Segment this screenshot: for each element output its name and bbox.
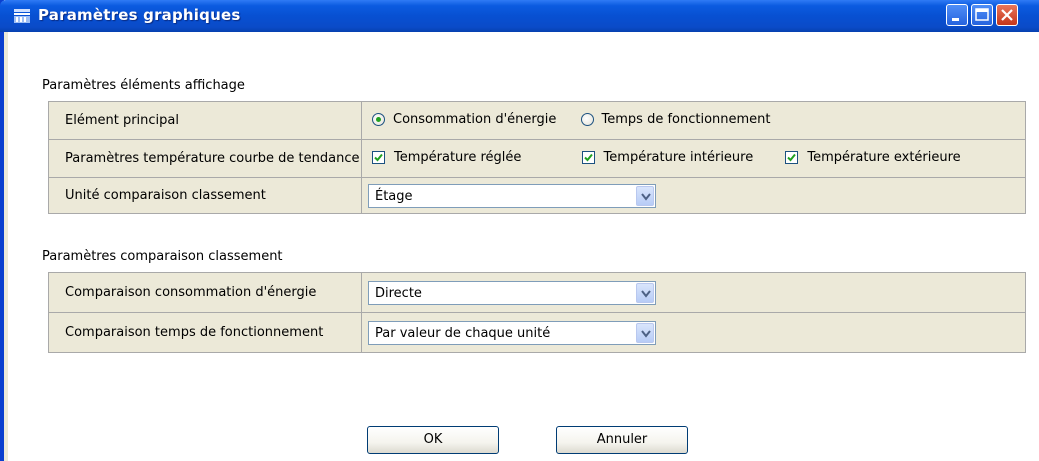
check-icon — [787, 153, 797, 161]
radio-energy-consumption[interactable]: Consommation d'énergie — [372, 112, 556, 127]
checkbox-set-temperature[interactable]: Température réglée — [372, 150, 521, 165]
close-button[interactable] — [996, 4, 1018, 26]
minimize-button[interactable] — [946, 4, 968, 26]
checkbox[interactable] — [785, 150, 799, 164]
chevron-down-icon — [641, 289, 651, 298]
checkbox-outdoor-temperature[interactable]: Température extérieure — [785, 149, 961, 165]
ranking-unit-select[interactable]: Étage — [368, 183, 656, 208]
check-icon — [374, 153, 383, 161]
ranking-settings-table: Comparaison consommation d'énergie Direc… — [48, 272, 1026, 353]
select-value: Par valeur de chaque unité — [375, 325, 551, 341]
select-value: Étage — [375, 188, 413, 204]
radio-label: Temps de fonctionnement — [601, 111, 771, 127]
dialog-body: Paramètres éléments affichage Elément pr… — [8, 32, 1039, 461]
check-icon — [583, 153, 593, 161]
operating-time-comparison-row: Comparaison temps de fonctionnement Par … — [48, 312, 1026, 353]
ranking-unit-label: Unité comparaison classement — [48, 177, 362, 214]
main-element-options: Consommation d'énergie Temps de fonction… — [361, 101, 1026, 140]
close-icon — [1001, 9, 1013, 21]
operating-time-comparison-select[interactable]: Par valeur de chaque unité — [368, 320, 656, 345]
checkbox[interactable] — [372, 150, 385, 164]
settings-dialog: Paramètres graphiques Paramètres élément… — [0, 0, 1039, 461]
energy-comparison-cell: Directe — [361, 272, 1026, 313]
radio-button-selected[interactable] — [372, 112, 385, 126]
ranking-unit-row: Unité comparaison classement Étage — [48, 177, 1026, 214]
ranking-group-title: Paramètres comparaison classement — [42, 249, 283, 264]
operating-time-comparison-cell: Par valeur de chaque unité — [361, 312, 1026, 353]
energy-comparison-label: Comparaison consommation d'énergie — [48, 272, 362, 313]
trend-temperature-label: Paramètres température courbe de tendanc… — [48, 139, 362, 178]
window-title: Paramètres graphiques — [38, 6, 241, 24]
trend-temperature-options: Température réglée Température intérieur… — [361, 139, 1026, 178]
chevron-down-icon — [641, 329, 651, 338]
dropdown-button[interactable] — [636, 282, 654, 303]
window-icon — [14, 9, 30, 23]
main-element-row: Elément principal Consommation d'énergie… — [48, 101, 1026, 140]
minimize-icon — [952, 18, 959, 21]
dropdown-button[interactable] — [636, 185, 654, 206]
maximize-icon — [975, 8, 989, 21]
ranking-unit-cell: Étage — [361, 177, 1026, 214]
radio-button[interactable] — [580, 112, 594, 126]
chevron-down-icon — [641, 192, 651, 201]
display-settings-table: Elément principal Consommation d'énergie… — [48, 101, 1026, 214]
energy-comparison-row: Comparaison consommation d'énergie Direc… — [48, 272, 1026, 313]
trend-temperature-row: Paramètres température courbe de tendanc… — [48, 139, 1026, 178]
select-value: Directe — [375, 285, 422, 301]
cancel-button[interactable]: Annuler — [556, 426, 688, 454]
dropdown-button[interactable] — [636, 322, 654, 343]
checkbox-label: Température réglée — [394, 149, 522, 165]
main-element-label: Elément principal — [48, 101, 362, 140]
radio-label: Consommation d'énergie — [393, 111, 557, 127]
checkbox-label: Température extérieure — [807, 149, 961, 165]
operating-time-comparison-label: Comparaison temps de fonctionnement — [48, 312, 362, 353]
ok-button[interactable]: OK — [367, 426, 499, 454]
display-group-title: Paramètres éléments affichage — [42, 78, 245, 93]
radio-operating-time[interactable]: Temps de fonctionnement — [580, 111, 771, 127]
checkbox[interactable] — [581, 150, 595, 164]
title-bar[interactable]: Paramètres graphiques — [0, 0, 1039, 32]
maximize-button[interactable] — [971, 4, 993, 26]
checkbox-indoor-temperature[interactable]: Température intérieure — [581, 149, 754, 165]
checkbox-label: Température intérieure — [603, 149, 754, 165]
energy-comparison-select[interactable]: Directe — [368, 280, 656, 305]
